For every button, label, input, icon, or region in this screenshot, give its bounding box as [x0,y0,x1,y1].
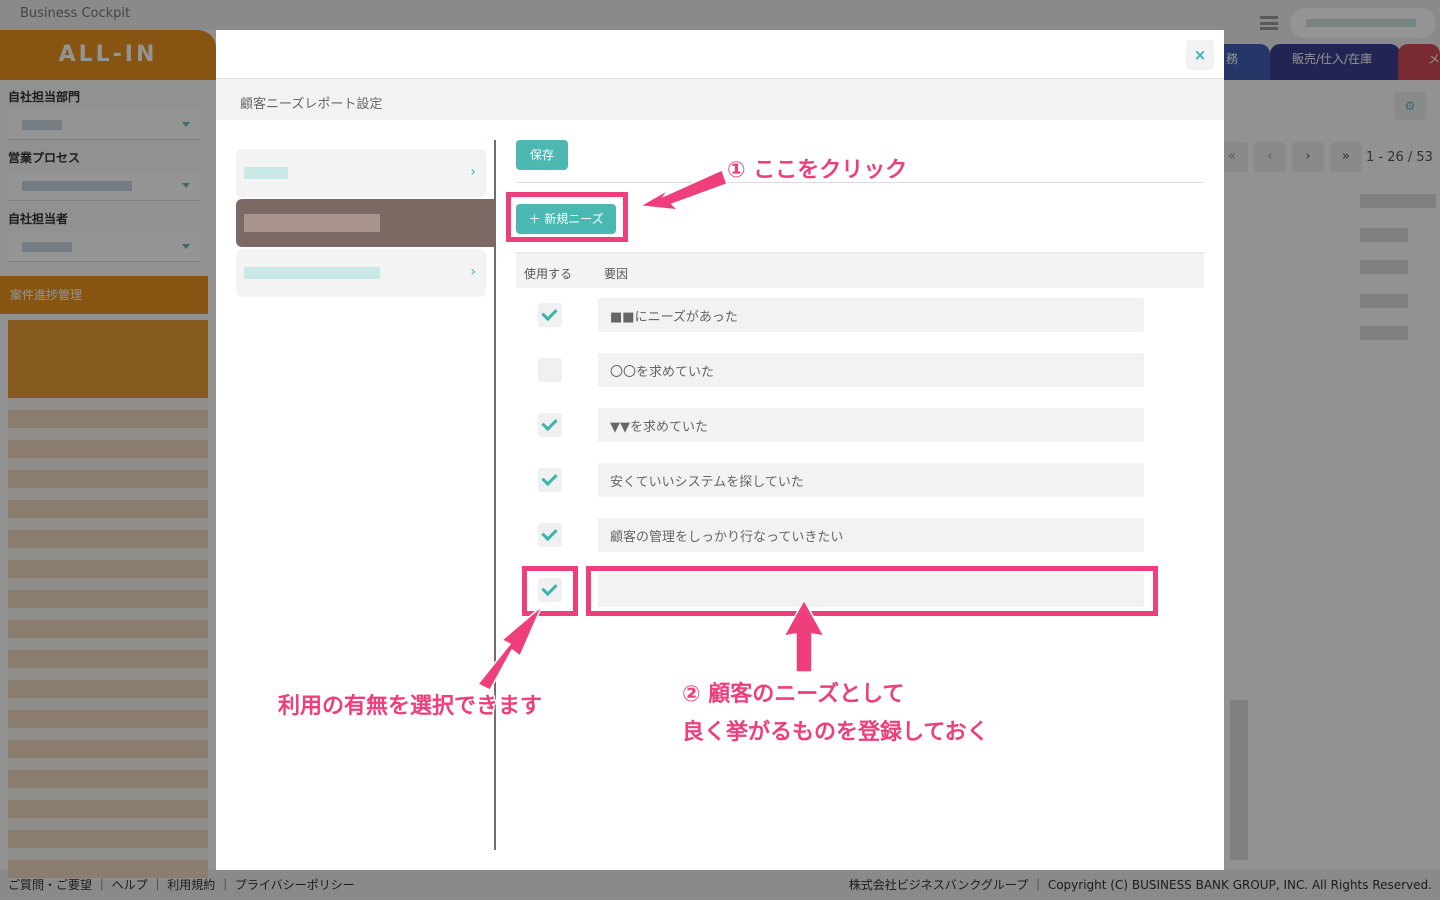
table-row [516,352,1204,388]
use-checkbox[interactable] [538,303,562,327]
table-row [516,517,1204,553]
factor-input[interactable] [598,408,1144,442]
column-header-use: 使用する [524,267,573,281]
highlight-new-button [506,192,628,242]
chevron-right-icon: › [470,264,476,280]
modal-title: 顧客ニーズレポート設定 [240,97,383,112]
annotation-click-here: ① ここをクリック [727,158,908,183]
factor-input[interactable] [598,298,1144,332]
use-checkbox[interactable] [538,358,562,382]
use-checkbox[interactable] [538,468,562,492]
factor-input[interactable] [598,353,1144,387]
save-button[interactable]: 保存 [516,140,568,170]
close-button[interactable]: × [1186,40,1214,70]
table-header: 使用する 要因 [516,252,1204,288]
table-row [516,462,1204,498]
table-row [516,297,1204,333]
column-header-factor: 要因 [604,267,629,281]
factor-input[interactable] [598,518,1144,552]
settings-menu-item-1[interactable]: › [236,149,486,197]
settings-menu-item-3[interactable]: › [236,249,486,297]
vertical-divider [494,140,496,850]
highlight-checkbox [522,566,578,616]
settings-menu-item-2[interactable] [236,199,494,247]
table-row [516,407,1204,443]
modal-header: 顧客ニーズレポート設定 [216,78,1224,120]
factor-input[interactable] [598,463,1144,497]
annotation-register-needs-line2: 良く挙がるものを登録しておく [682,720,989,745]
annotation-select-usage: 利用の有無を選択できます [278,694,543,719]
annotation-register-needs-line1: ② 顧客のニーズとして [682,682,905,707]
highlight-new-input [586,566,1158,616]
use-checkbox[interactable] [538,413,562,437]
use-checkbox[interactable] [538,523,562,547]
chevron-right-icon: › [470,164,476,180]
